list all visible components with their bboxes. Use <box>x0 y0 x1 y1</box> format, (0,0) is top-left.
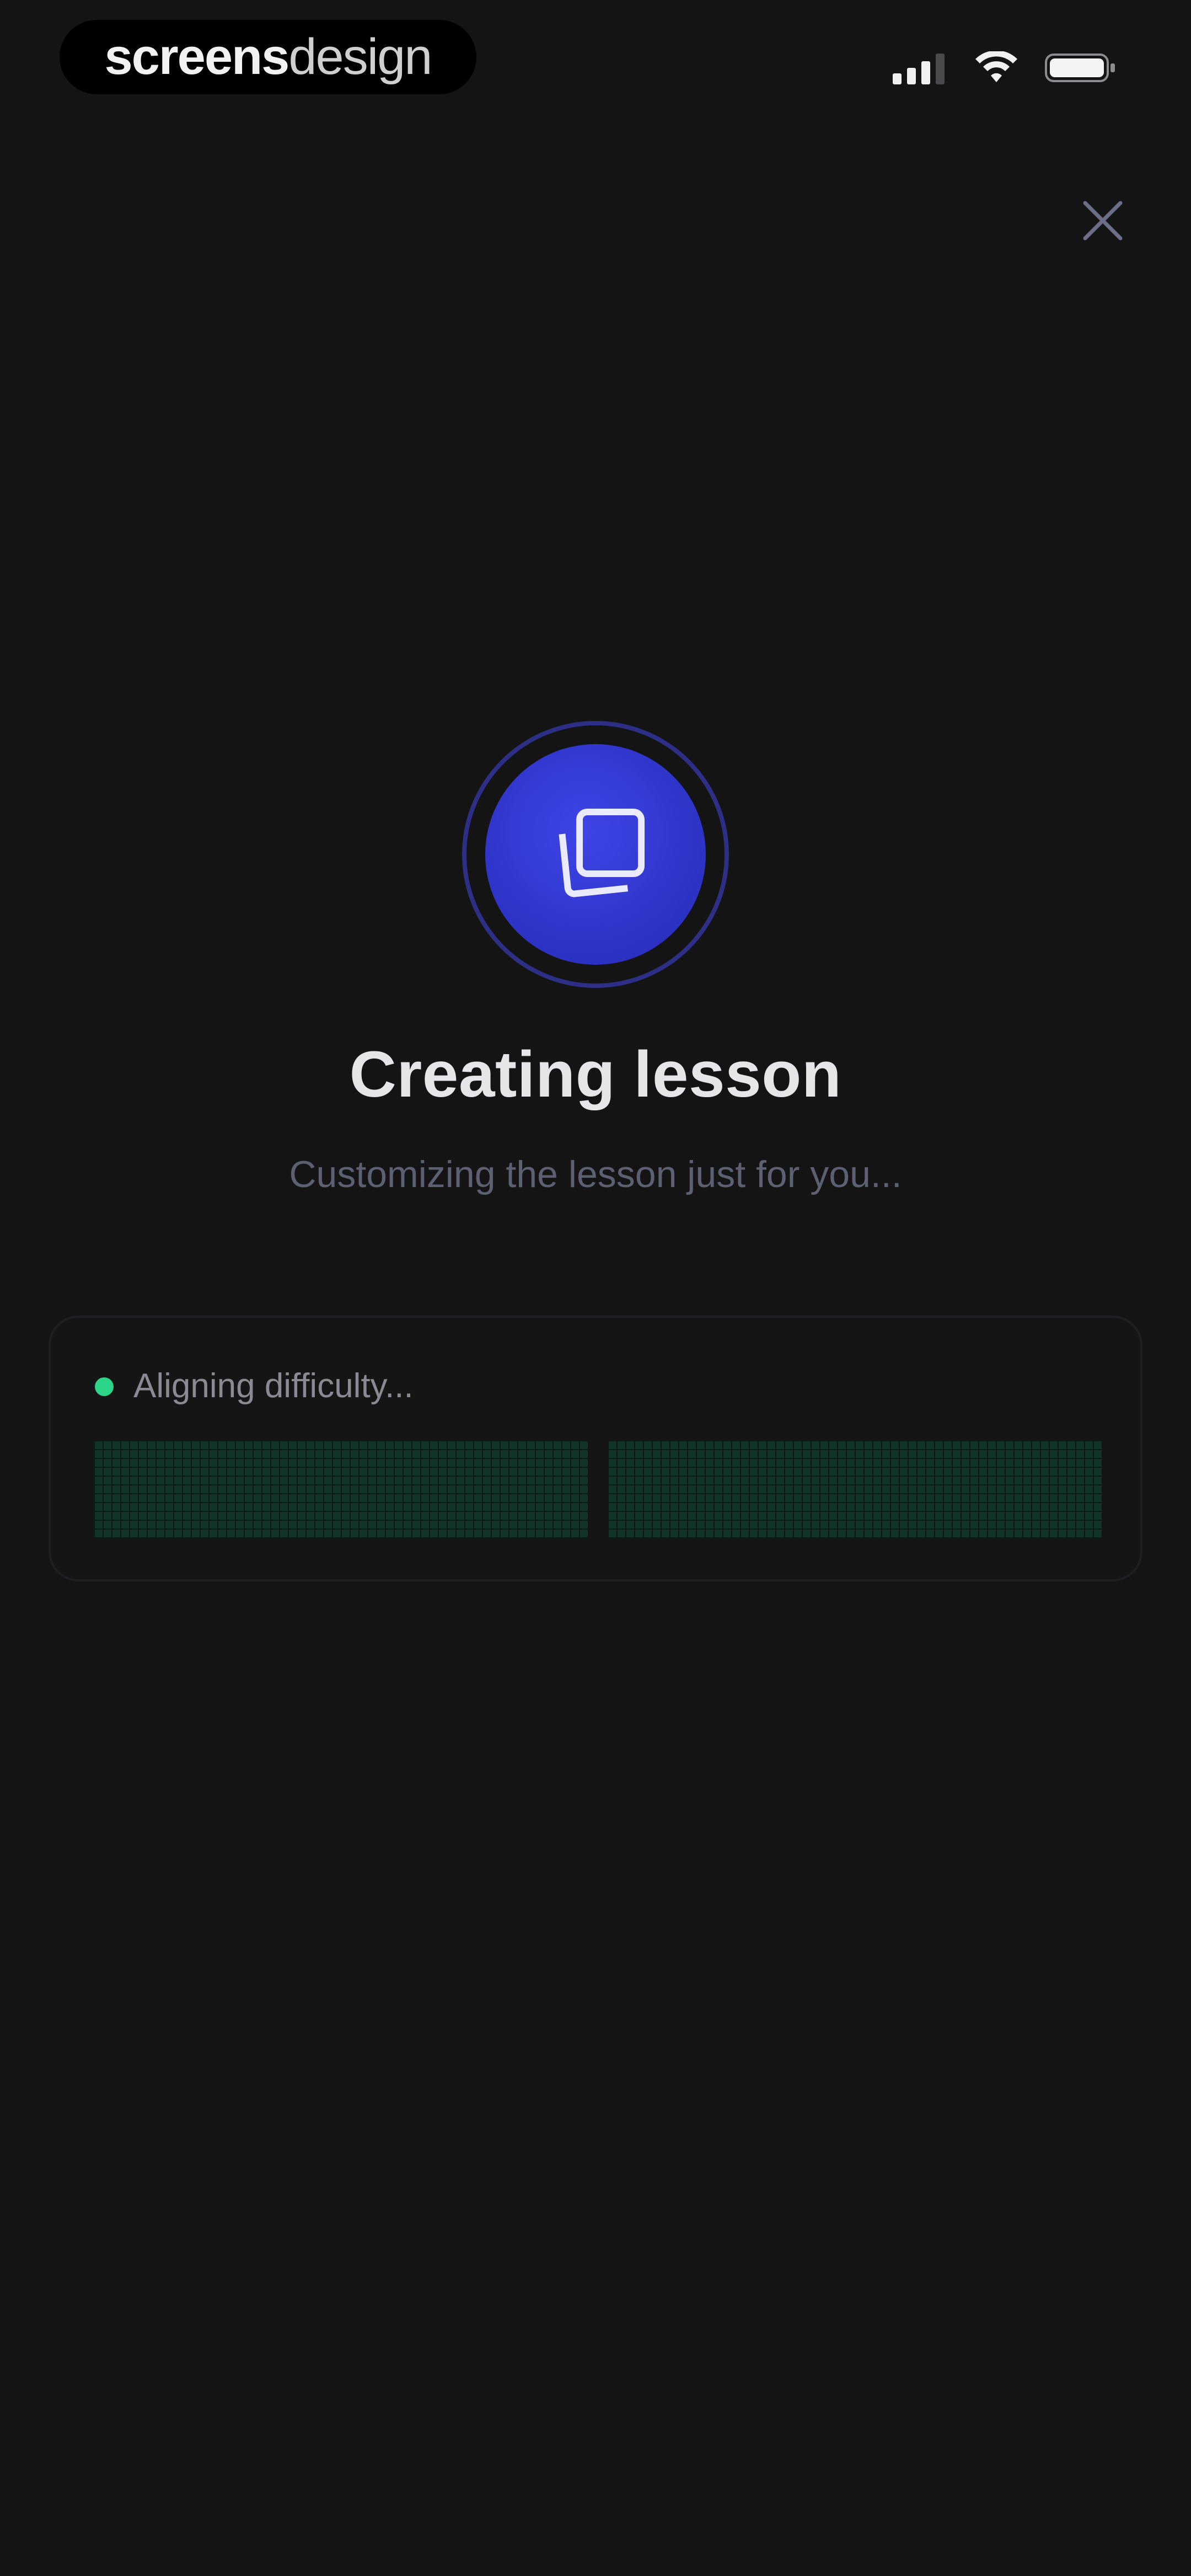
page-subtitle: Customizing the lesson just for you... <box>289 1153 902 1195</box>
signal-icon <box>893 51 948 84</box>
brand-light-text: design <box>288 29 432 85</box>
progress-grid-right <box>608 1440 1102 1538</box>
brand-watermark: screens design <box>60 20 476 94</box>
page-title: Creating lesson <box>349 1038 842 1111</box>
progress-card: Aligning difficulty... <box>49 1316 1142 1581</box>
status-bar: screens design <box>0 0 1191 132</box>
progress-grid-left <box>94 1440 588 1538</box>
progress-step-label: Aligning difficulty... <box>133 1367 414 1405</box>
close-button[interactable] <box>1078 197 1128 247</box>
status-dot <box>95 1377 114 1396</box>
wifi-icon <box>974 51 1018 84</box>
hero-icon-ring <box>462 721 729 988</box>
status-icons <box>893 49 1117 87</box>
battery-icon <box>1045 51 1117 84</box>
hero-icon-circle <box>485 744 706 965</box>
brand-bold-text: screens <box>104 29 290 85</box>
close-icon <box>1081 199 1125 245</box>
stacked-cards-icon <box>532 790 659 920</box>
